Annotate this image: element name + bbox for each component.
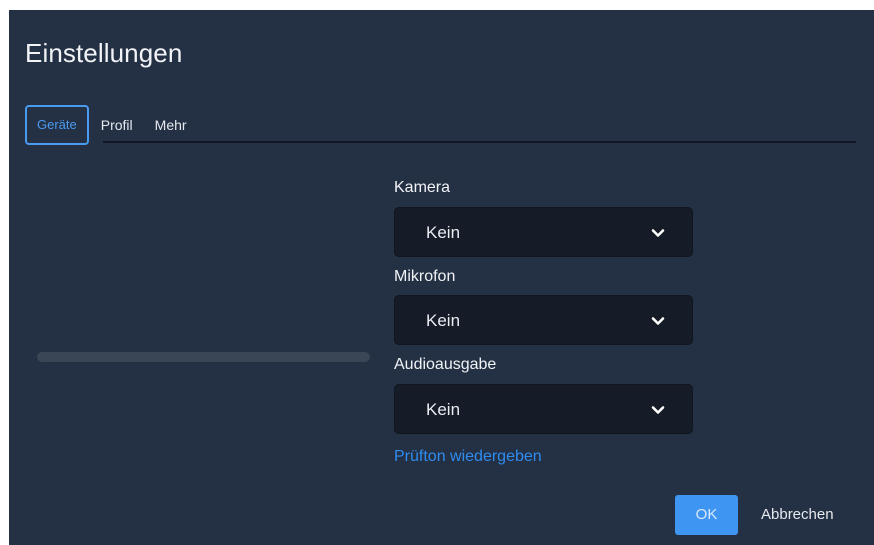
audio-output-select-value: Kein <box>426 400 461 419</box>
tab-devices[interactable]: Geräte <box>25 105 89 145</box>
chevron-down-icon <box>651 317 665 325</box>
chevron-down-icon <box>651 406 665 414</box>
play-test-tone-link[interactable]: Prüfton wiedergeben <box>394 448 542 466</box>
tab-more[interactable]: Mehr <box>149 105 193 145</box>
tab-bar: Geräte Profil Mehr <box>25 105 193 145</box>
camera-select[interactable]: Kein <box>394 207 693 257</box>
audio-output-label: Audioausgabe <box>394 356 497 373</box>
audio-level-bar <box>37 352 370 362</box>
tab-divider <box>103 141 856 143</box>
chevron-down-icon <box>651 229 665 237</box>
microphone-select[interactable]: Kein <box>394 295 693 345</box>
camera-label: Kamera <box>394 179 451 196</box>
microphone-select-value: Kein <box>426 311 461 330</box>
dialog-title: Einstellungen <box>25 38 183 68</box>
tab-profile[interactable]: Profil <box>95 105 139 145</box>
settings-dialog: Einstellungen Geräte Profil Mehr Kamera … <box>9 10 874 545</box>
ok-button[interactable]: OK <box>675 495 738 535</box>
camera-select-value: Kein <box>426 223 461 242</box>
audio-output-select[interactable]: Kein <box>394 384 693 434</box>
cancel-button[interactable]: Abbrechen <box>755 495 840 535</box>
microphone-label: Mikrofon <box>394 268 456 285</box>
